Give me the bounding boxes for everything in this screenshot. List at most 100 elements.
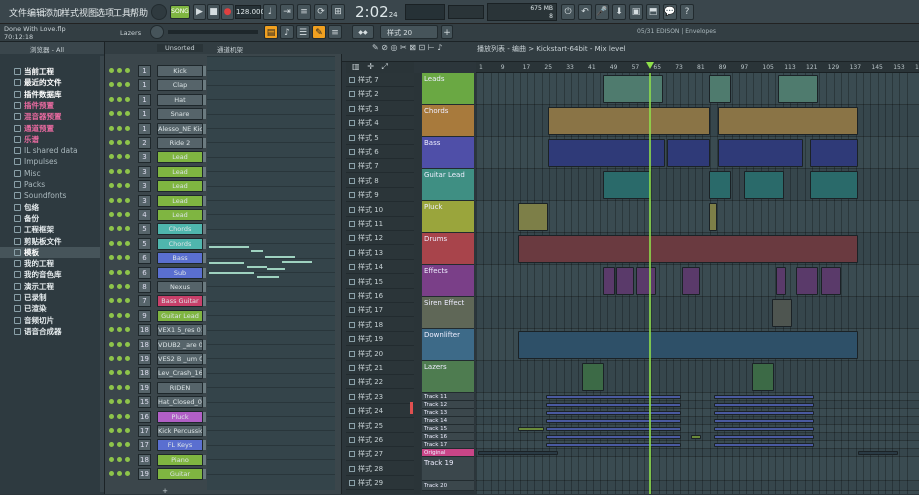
channel-select-indicator[interactable] (203, 138, 206, 148)
channel-led[interactable] (125, 471, 130, 477)
channel-name-button[interactable]: Lead (157, 165, 203, 178)
channel-select-indicator[interactable] (203, 66, 206, 76)
channel-led[interactable] (125, 212, 130, 217)
note[interactable] (257, 276, 279, 278)
channel-led[interactable] (109, 111, 114, 117)
browser-item[interactable]: 插件预置 (0, 100, 104, 111)
channel-led[interactable] (117, 255, 122, 261)
chat-icon[interactable]: 💬 (663, 4, 677, 20)
channel-select-indicator[interactable] (203, 411, 206, 422)
channel-led[interactable] (125, 370, 130, 376)
channel-led[interactable] (109, 82, 114, 88)
browser-item[interactable]: 语音合成器 (0, 326, 104, 337)
pattern-clip[interactable] (714, 443, 814, 447)
channel-led[interactable] (117, 428, 122, 433)
channel-led[interactable] (109, 154, 114, 160)
track-header[interactable]: Track 11 (422, 393, 474, 401)
pattern-item[interactable]: 样式 13 (346, 246, 414, 260)
channel-led[interactable] (109, 240, 114, 246)
channel-led[interactable] (125, 168, 130, 174)
pattern-item[interactable]: 样式 21 (346, 361, 414, 375)
pattern-clip[interactable] (821, 267, 841, 295)
metronome-icon[interactable]: ♩ (263, 4, 277, 20)
channel-led[interactable] (109, 183, 114, 189)
channel-led[interactable] (109, 341, 114, 347)
channel-mixer-track[interactable]: 18 (138, 367, 151, 380)
channel-led[interactable] (109, 212, 114, 217)
track-header[interactable]: Leads (422, 73, 474, 105)
channel-name-button[interactable]: Clap (157, 79, 203, 92)
channel-mixer-track[interactable]: 3 (138, 194, 151, 207)
plugin-icon[interactable]: ✎ (312, 25, 326, 39)
pattern-item[interactable]: 样式 8 (346, 174, 414, 188)
pattern-clip[interactable] (691, 435, 701, 439)
pattern-clip[interactable] (714, 435, 814, 439)
menu-item[interactable]: 文件 (9, 6, 27, 19)
channel-led[interactable] (109, 125, 114, 131)
channel-mixer-track[interactable]: 18 (138, 453, 151, 466)
channel-name-button[interactable]: Nexus (157, 281, 203, 293)
channel-led[interactable] (109, 356, 114, 361)
channel-led[interactable] (125, 82, 130, 88)
channel-led[interactable] (125, 111, 130, 117)
channel-led[interactable] (117, 240, 122, 246)
channel-mixer-track[interactable]: 19 (138, 381, 151, 394)
menu-item[interactable]: 添加 (44, 6, 62, 19)
track-header[interactable]: Track 13 (422, 409, 474, 417)
channel-name-button[interactable]: Chords (157, 237, 203, 250)
pattern-clip[interactable] (858, 451, 898, 455)
channel-select-indicator[interactable] (203, 253, 206, 264)
pattern-clip[interactable] (478, 451, 558, 455)
pattern-item[interactable]: 样式 20 (346, 347, 414, 361)
channel-led[interactable] (109, 384, 114, 390)
menu-item[interactable]: 选项 (96, 6, 114, 19)
pattern-item[interactable]: 样式 15 (346, 275, 414, 289)
channel-select-indicator[interactable] (203, 80, 206, 91)
track-header[interactable]: Track 12 (422, 401, 474, 409)
pattern-clip[interactable] (744, 171, 784, 199)
playlist-grid[interactable] (476, 73, 919, 494)
channel-led[interactable] (109, 327, 114, 333)
channel-mixer-track[interactable]: 8 (138, 281, 151, 293)
channel-led[interactable] (125, 312, 130, 318)
channel-mixer-track[interactable]: 2 (138, 137, 151, 149)
channel-led[interactable] (117, 312, 122, 318)
channel-mixer-track[interactable]: 1 (138, 65, 151, 77)
channel-select-indicator[interactable] (203, 181, 206, 192)
track-header[interactable]: Guitar Lead (422, 169, 474, 201)
pattern-clip[interactable] (603, 267, 615, 295)
track-header[interactable]: Drums (422, 233, 474, 265)
pattern-clip[interactable] (810, 171, 858, 199)
channel-led[interactable] (125, 255, 130, 261)
browser-item[interactable]: Soundfonts (0, 190, 104, 201)
channel-led[interactable] (109, 471, 114, 477)
track-header[interactable]: Lazers (422, 361, 474, 393)
browser-item[interactable]: 音频切片 (0, 315, 104, 326)
channel-led[interactable] (125, 68, 130, 73)
channel-name-button[interactable]: VEX1 5_res 017 (157, 324, 203, 337)
channel-led[interactable] (117, 183, 122, 189)
pattern-item[interactable]: 样式 5 (346, 131, 414, 145)
channel-led[interactable] (109, 96, 114, 102)
browser-item[interactable]: Packs (0, 179, 104, 190)
note[interactable] (251, 250, 263, 252)
pattern-clip[interactable] (714, 427, 814, 431)
channel-select-indicator[interactable] (203, 224, 206, 235)
channel-select-indicator[interactable] (203, 109, 206, 120)
channel-led[interactable] (125, 96, 130, 102)
browser-item[interactable]: 模板 (0, 246, 104, 258)
pattern-song-toggle[interactable] (151, 4, 167, 20)
pattern-clip[interactable] (582, 363, 604, 391)
channel-name-button[interactable]: VDUB2 _are 001 (157, 338, 203, 351)
note[interactable] (267, 268, 285, 270)
channel-select-indicator[interactable] (203, 267, 206, 278)
pattern-item[interactable]: 样式 2 (346, 87, 414, 102)
channel-mixer-track[interactable]: 5 (138, 237, 151, 250)
channel-mixer-track[interactable]: 18 (138, 324, 151, 337)
menu-item[interactable]: 编辑 (27, 6, 45, 19)
channel-led[interactable] (117, 96, 122, 102)
channel-led[interactable] (117, 327, 122, 333)
play-button[interactable]: ▶ (193, 4, 206, 20)
channel-select-indicator[interactable] (203, 426, 206, 436)
channel-name-button[interactable]: Guitar (157, 468, 203, 481)
